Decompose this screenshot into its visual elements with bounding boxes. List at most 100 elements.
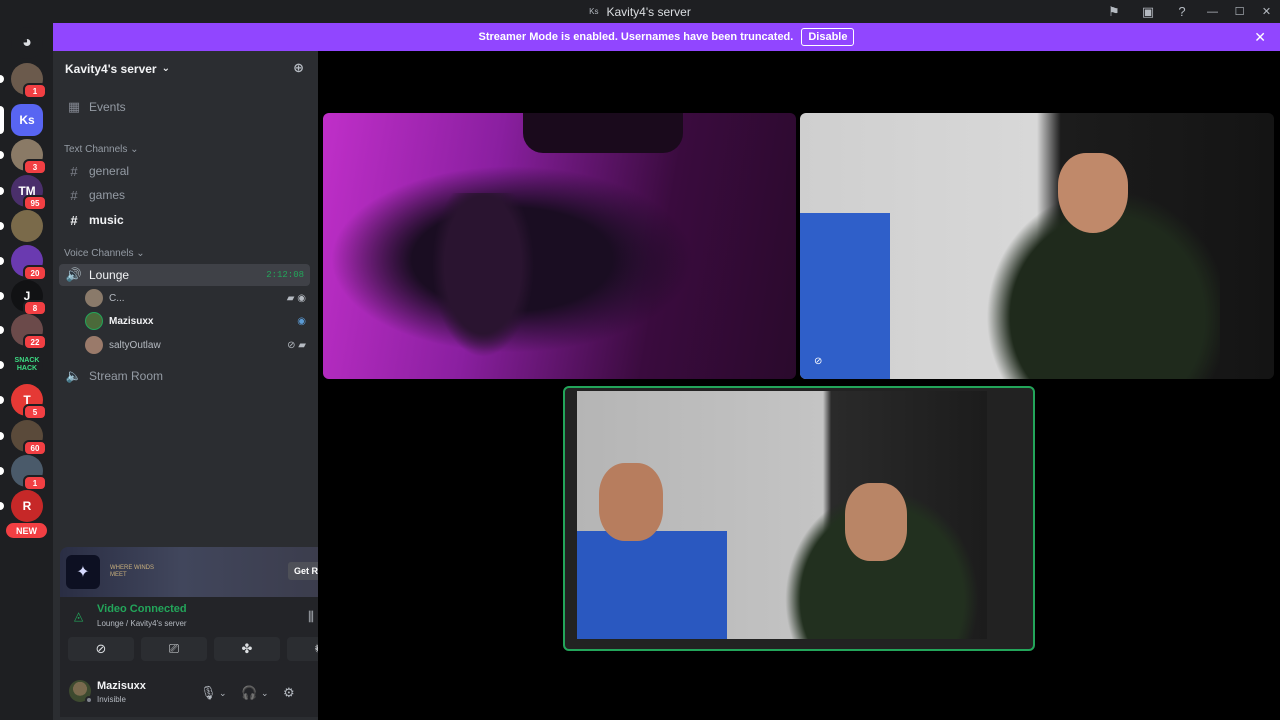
noise-suppression-icon[interactable]: ⫼ xyxy=(308,609,314,625)
guild-6[interactable]: 20 xyxy=(11,245,47,281)
channel-sidebar: Kavity4's server ⌄ ⊕ ▦ Events Text Chann… xyxy=(53,51,363,720)
headphones-icon[interactable]: 🎧 xyxy=(241,685,257,701)
unread-pill xyxy=(0,75,4,83)
unread-pill xyxy=(0,257,4,265)
guild-1[interactable]: 1 xyxy=(11,63,47,99)
hash-icon: # xyxy=(70,163,78,179)
participant-silhouette xyxy=(423,193,543,373)
banner-message: Streamer Mode is enabled. Usernames have… xyxy=(478,31,794,43)
guild-snack[interactable]: SNACK HACK xyxy=(11,349,43,381)
disable-button[interactable]: Disable xyxy=(801,28,855,46)
category-voice-label: Voice Channels xyxy=(64,248,134,259)
voice-channel-stream-room[interactable]: 🔈 Stream Room xyxy=(59,365,310,387)
guild-tm[interactable]: TM 95 xyxy=(11,175,47,211)
calendar-icon: ▦ xyxy=(67,99,81,114)
guild-ks[interactable]: Ks xyxy=(11,104,43,136)
guild-label: R xyxy=(22,499,32,513)
unread-pill xyxy=(0,396,4,404)
guild-12[interactable]: 1 xyxy=(11,455,47,491)
unread-pill xyxy=(0,151,4,159)
guild-j[interactable]: J8 xyxy=(11,280,47,316)
unread-pill xyxy=(0,432,4,440)
mention-badge: 22 xyxy=(23,334,47,350)
help-icon[interactable]: ? xyxy=(1165,0,1199,23)
participant-shirt xyxy=(577,531,727,639)
video-tile-1[interactable] xyxy=(323,113,796,379)
activities-button[interactable]: ✤ xyxy=(214,637,280,661)
video-tile-2[interactable]: ⊘ xyxy=(800,113,1274,379)
guild-13[interactable]: R xyxy=(11,490,43,522)
chevron-down-icon: ⌄ xyxy=(161,63,170,74)
chevron-down-icon[interactable]: ⌄ xyxy=(219,688,227,699)
game-logo-icon: ✦ xyxy=(66,555,100,589)
participant-face xyxy=(599,463,663,541)
title-bar: Ks Kavity4's server ⚑ ▣ ? — ☐ ✕ xyxy=(0,0,1280,23)
guild-label: Ks xyxy=(19,113,35,127)
channel-label: music xyxy=(89,213,124,227)
participant-shirt xyxy=(800,213,890,379)
server-header[interactable]: Kavity4's server ⌄ ⊕ xyxy=(53,51,318,86)
category-text[interactable]: Text Channels ⌄ xyxy=(64,144,139,155)
guild-label: SNACK HACK xyxy=(14,357,40,372)
speaker-icon: 🔊 xyxy=(65,267,83,282)
voice-user-2[interactable]: Mazisuxx ◉ xyxy=(85,310,310,332)
chevron-down-icon[interactable]: ⌄ xyxy=(261,688,269,699)
user-status: Invisible xyxy=(97,695,126,704)
category-voice[interactable]: Voice Channels ⌄ xyxy=(64,248,145,259)
unread-pill xyxy=(0,222,4,230)
flag-icon[interactable]: ⚑ xyxy=(1097,0,1131,23)
mention-badge: 60 xyxy=(23,440,47,456)
video-shadow xyxy=(523,113,683,153)
events-item[interactable]: ▦ Events xyxy=(59,97,310,117)
signal-icon[interactable]: ◬ xyxy=(74,609,83,623)
category-text-label: Text Channels xyxy=(64,144,128,155)
close-banner-icon[interactable]: ✕ xyxy=(1254,29,1266,46)
user-avatar[interactable] xyxy=(69,680,93,704)
guild-5[interactable] xyxy=(11,210,43,242)
microphone-icon[interactable]: 🎙 xyxy=(200,685,217,701)
video-feed xyxy=(577,391,987,639)
channel-general[interactable]: # general xyxy=(59,161,310,181)
avatar xyxy=(85,336,103,354)
invite-icon[interactable]: ⊕ xyxy=(293,60,304,76)
voice-status[interactable]: Video Connected xyxy=(97,603,187,615)
guild-3[interactable]: 3 xyxy=(11,139,47,175)
video-stage: ⊘ xyxy=(318,51,1280,720)
voice-user-3[interactable]: saltyOutlaw ⊘ ▰ xyxy=(85,334,310,356)
voice-user-1[interactable]: C... ▰ ◉ xyxy=(85,287,310,309)
hash-icon: # xyxy=(70,212,78,228)
channel-games[interactable]: # games xyxy=(59,185,310,205)
events-label: Events xyxy=(89,100,126,114)
voice-channel-lounge[interactable]: 🔊 Lounge 2:12:08 xyxy=(59,264,310,286)
voice-channel-label: Stream Room xyxy=(89,369,164,383)
mention-badge: 20 xyxy=(23,265,47,281)
server-list: ◕ 1 Ks 3 TM 95 20 J 8 22 SNACK HACK T 5 60 1 R NEW xyxy=(0,23,53,720)
guild-8[interactable]: 22 xyxy=(11,314,47,350)
stream-icon[interactable]: ▣ xyxy=(1131,0,1165,23)
unread-pill xyxy=(0,326,4,334)
user-name[interactable]: Mazisuxx xyxy=(97,680,146,692)
minimize-button[interactable]: — xyxy=(1199,0,1226,23)
voice-timer: 2:12:08 xyxy=(266,270,304,280)
camera-toggle-button[interactable]: ⊘ xyxy=(68,637,134,661)
screen-share-button[interactable]: ⎚ xyxy=(141,637,207,661)
video-tile-3-speaking[interactable] xyxy=(563,386,1035,651)
gear-icon[interactable]: ⚙ xyxy=(283,685,295,701)
server-badge: Ks xyxy=(589,7,599,16)
voice-user-name: C... xyxy=(109,292,125,304)
mention-badge: 1 xyxy=(23,83,47,99)
channel-label: games xyxy=(89,188,126,202)
avatar xyxy=(85,312,103,330)
promo-text: WHERE WINDS MEET xyxy=(110,565,154,578)
mention-badge: 5 xyxy=(23,404,47,420)
close-window-button[interactable]: ✕ xyxy=(1253,0,1280,23)
voice-user-name: saltyOutlaw xyxy=(109,339,161,351)
user-panel: Mazisuxx Invisible 🎙 ⌄ 🎧 ⌄ ⚙ xyxy=(53,675,363,720)
discord-home-icon[interactable]: ◕ xyxy=(11,27,43,59)
guild-11[interactable]: 60 xyxy=(11,420,47,456)
voice-location[interactable]: Lounge / Kavity4's server xyxy=(97,619,187,628)
video-icon: ▰ ◉ xyxy=(286,292,306,304)
guild-t[interactable]: T5 xyxy=(11,384,47,420)
maximize-button[interactable]: ☐ xyxy=(1226,0,1253,23)
channel-music[interactable]: # music xyxy=(59,210,310,230)
